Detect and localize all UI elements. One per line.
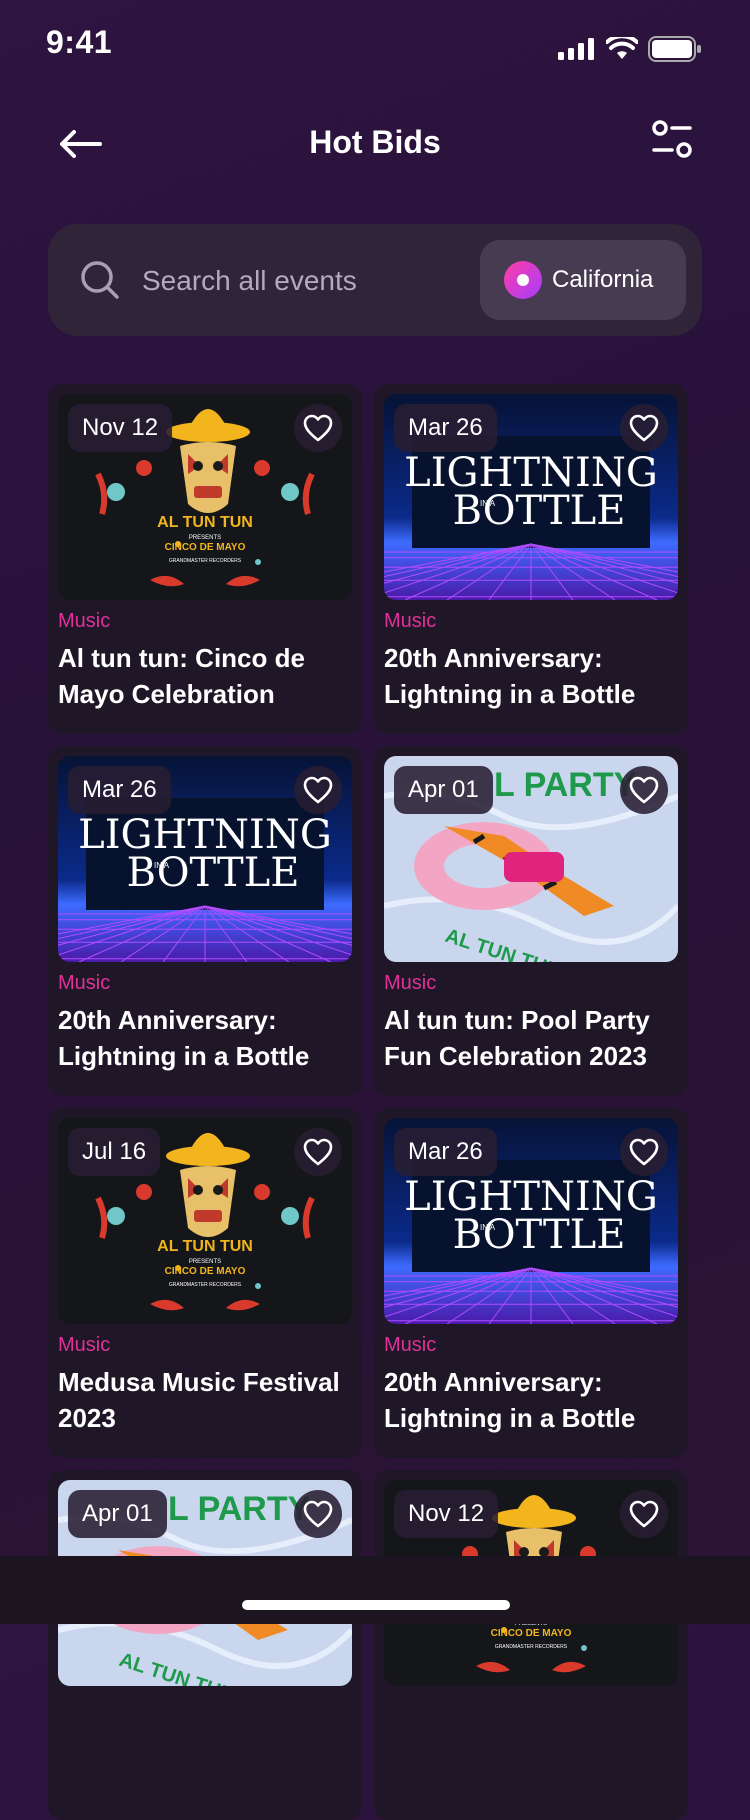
svg-text:AL TUN TUN: AL TUN TUN bbox=[157, 514, 253, 531]
svg-text:BOTTLE: BOTTLE bbox=[127, 850, 300, 896]
home-bar-area bbox=[0, 1556, 750, 1624]
event-category: Music bbox=[58, 1334, 111, 1356]
status-time: 9:41 bbox=[46, 24, 113, 60]
location-label: California bbox=[552, 266, 654, 293]
status-icons bbox=[558, 36, 702, 62]
location-pin-icon bbox=[504, 261, 542, 299]
event-card[interactable]: L PARTY AL TUN TUN Apr 01 bbox=[48, 1470, 362, 1820]
event-title: Al tun tun: Cinco de Mayo Celebration bbox=[58, 643, 305, 709]
event-image: AL TUN TUN PRESENTS CINCO DE MAYO GRANDM… bbox=[58, 394, 352, 600]
heart-icon bbox=[629, 776, 659, 804]
event-title: 20th Anniversary: Lightning in a Bottle bbox=[384, 643, 636, 709]
wifi-icon bbox=[606, 37, 638, 59]
header: Hot Bids bbox=[0, 100, 750, 190]
search-bar: California bbox=[48, 224, 702, 336]
heart-icon bbox=[303, 1138, 333, 1166]
event-image: L PARTY AL TUN TUN Apr 01 bbox=[384, 756, 678, 962]
svg-text:L PARTY: L PARTY bbox=[494, 766, 637, 804]
date-badge: Nov 12 bbox=[394, 1490, 499, 1538]
svg-text:PRESENTS: PRESENTS bbox=[189, 1259, 221, 1265]
event-card[interactable]: AL TUN TUN PRESENTS CINCO DE MAYO GRANDM… bbox=[374, 1470, 688, 1820]
search-input[interactable] bbox=[140, 254, 474, 308]
battery-icon bbox=[648, 36, 701, 62]
favorite-button[interactable] bbox=[620, 1128, 668, 1176]
heart-icon bbox=[303, 1500, 333, 1528]
date-badge: Jul 16 bbox=[68, 1128, 161, 1176]
heart-icon bbox=[629, 1138, 659, 1166]
date-badge: Mar 26 bbox=[394, 404, 497, 452]
event-category: Music bbox=[58, 610, 111, 632]
event-category: Music bbox=[58, 972, 111, 994]
svg-text:CINCO DE MAYO: CINCO DE MAYO bbox=[165, 542, 246, 553]
svg-text:BOTTLE: BOTTLE bbox=[453, 488, 626, 534]
heart-icon bbox=[303, 414, 333, 442]
svg-text:CINCO DE MAYO: CINCO DE MAYO bbox=[165, 1266, 246, 1277]
favorite-button[interactable] bbox=[294, 1490, 342, 1538]
heart-icon bbox=[629, 1500, 659, 1528]
date-badge: Nov 12 bbox=[68, 404, 173, 452]
heart-icon bbox=[629, 414, 659, 442]
event-title: Medusa Music Festival 2023 bbox=[58, 1367, 340, 1433]
event-card[interactable]: LIGHTNING IN A BOTTLE Mar 26 Music 20th … bbox=[48, 746, 362, 1096]
page-title: Hot Bids bbox=[309, 124, 441, 160]
svg-text:L PARTY: L PARTY bbox=[168, 1490, 311, 1528]
date-badge: Mar 26 bbox=[394, 1128, 497, 1176]
favorite-button[interactable] bbox=[620, 1490, 668, 1538]
date-badge: Apr 01 bbox=[68, 1490, 167, 1538]
svg-text:GRANDMASTER RECORDERS: GRANDMASTER RECORDERS bbox=[169, 558, 242, 564]
date-badge: Mar 26 bbox=[68, 766, 171, 814]
svg-text:GRANDMASTER RECORDERS: GRANDMASTER RECORDERS bbox=[169, 1282, 242, 1288]
event-title: 20th Anniversary: Lightning in a Bottle bbox=[58, 1005, 310, 1071]
favorite-button[interactable] bbox=[620, 404, 668, 452]
event-image: LIGHTNING IN A BOTTLE Mar 26 bbox=[384, 1118, 678, 1324]
event-title: 20th Anniversary: Lightning in a Bottle bbox=[384, 1367, 636, 1433]
event-card[interactable]: AL TUN TUN PRESENTS CINCO DE MAYO GRANDM… bbox=[48, 1108, 362, 1458]
search-icon bbox=[81, 261, 119, 299]
date-badge: Apr 01 bbox=[394, 766, 493, 814]
event-card[interactable]: LIGHTNING IN A BOTTLE Mar 26 Music 20th … bbox=[374, 384, 688, 734]
signal-icon bbox=[558, 38, 594, 60]
favorite-button[interactable] bbox=[294, 1128, 342, 1176]
svg-text:PRESENTS: PRESENTS bbox=[189, 535, 221, 541]
svg-text:GRANDMASTER RECORDERS: GRANDMASTER RECORDERS bbox=[495, 1644, 568, 1650]
favorite-button[interactable] bbox=[294, 404, 342, 452]
event-image: AL TUN TUN PRESENTS CINCO DE MAYO GRANDM… bbox=[58, 1118, 352, 1324]
event-card[interactable]: LIGHTNING IN A BOTTLE Mar 26 Music 20th … bbox=[374, 1108, 688, 1458]
heart-icon bbox=[303, 776, 333, 804]
event-category: Music bbox=[384, 610, 437, 632]
svg-text:AL TUN TUN: AL TUN TUN bbox=[157, 1238, 253, 1255]
home-indicator[interactable] bbox=[242, 1600, 510, 1610]
filter-button[interactable] bbox=[650, 118, 698, 166]
status-bar: 9:41 bbox=[0, 0, 750, 90]
sliders-icon bbox=[652, 120, 692, 158]
favorite-button[interactable] bbox=[620, 766, 668, 814]
event-category: Music bbox=[384, 972, 437, 994]
favorite-button[interactable] bbox=[294, 766, 342, 814]
event-image: LIGHTNING IN A BOTTLE Mar 26 bbox=[58, 756, 352, 962]
svg-text:CINCO DE MAYO: CINCO DE MAYO bbox=[491, 1628, 572, 1639]
event-card[interactable]: AL TUN TUN PRESENTS CINCO DE MAYO GRANDM… bbox=[48, 384, 362, 734]
event-card[interactable]: L PARTY AL TUN TUN Apr 01 Music Al tun t… bbox=[374, 746, 688, 1096]
event-image: LIGHTNING IN A BOTTLE Mar 26 bbox=[384, 394, 678, 600]
event-title: Al tun tun: Pool Party Fun Celebration 2… bbox=[384, 1005, 650, 1071]
event-category: Music bbox=[384, 1334, 437, 1356]
svg-text:BOTTLE: BOTTLE bbox=[453, 1212, 626, 1258]
location-button[interactable]: California bbox=[480, 240, 686, 320]
